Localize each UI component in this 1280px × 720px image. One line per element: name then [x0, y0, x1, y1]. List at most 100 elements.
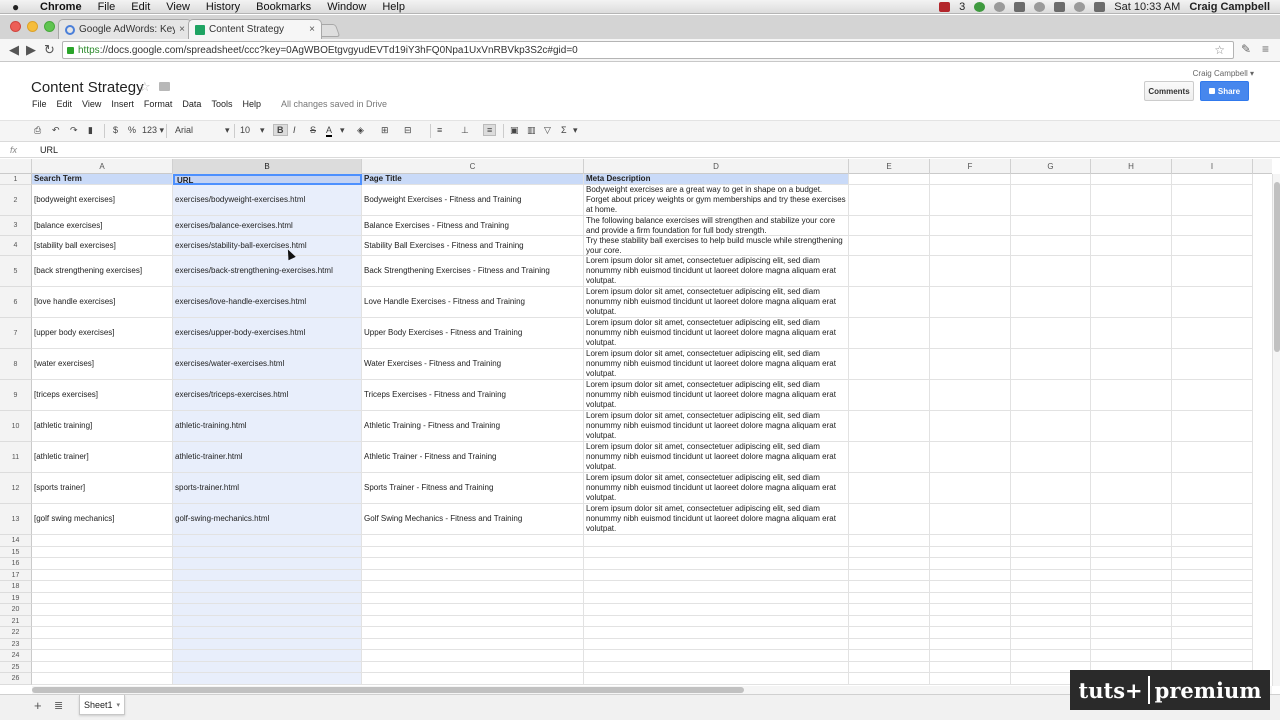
menu-view[interactable]: View: [166, 1, 190, 13]
browser-tab-adwords[interactable]: Google AdWords: Keyword ×: [58, 19, 192, 39]
table-cell[interactable]: Bodyweight exercises are a great way to …: [584, 185, 849, 216]
table-cell[interactable]: [1172, 318, 1253, 349]
table-cell[interactable]: athletic-trainer.html: [173, 442, 362, 473]
table-cell[interactable]: Athletic Trainer - Fitness and Training: [362, 442, 584, 473]
table-cell[interactable]: [1091, 473, 1172, 504]
table-cell[interactable]: [362, 569, 584, 581]
table-cell[interactable]: [32, 604, 173, 616]
table-cell[interactable]: [1091, 216, 1172, 236]
row-header[interactable]: 3: [0, 216, 32, 236]
table-cell[interactable]: [584, 535, 849, 547]
chevron-down-icon[interactable]: ▾: [225, 125, 230, 136]
table-cell[interactable]: [930, 558, 1011, 570]
share-button[interactable]: Share: [1200, 81, 1249, 101]
font-family-dropdown[interactable]: Arial: [175, 125, 229, 135]
row-header[interactable]: 22: [0, 627, 32, 639]
table-cell[interactable]: Lorem ipsum dolor sit amet, consectetuer…: [584, 504, 849, 535]
table-cell[interactable]: [584, 604, 849, 616]
table-cell[interactable]: [1011, 411, 1091, 442]
table-cell[interactable]: [bodyweight exercises]: [32, 185, 173, 216]
table-cell[interactable]: [584, 650, 849, 662]
formula-input[interactable]: URL: [40, 145, 58, 155]
table-cell[interactable]: [1091, 546, 1172, 558]
add-sheet-button[interactable]: +: [34, 698, 42, 713]
table-cell[interactable]: [1091, 535, 1172, 547]
table-cell[interactable]: [1011, 380, 1091, 411]
table-cell[interactable]: Try these stability ball exercises to he…: [584, 236, 849, 256]
table-cell[interactable]: [173, 558, 362, 570]
zoom-window-icon[interactable]: [44, 21, 55, 32]
table-cell[interactable]: [930, 627, 1011, 639]
row-header[interactable]: 11: [0, 442, 32, 473]
table-cell[interactable]: [1172, 216, 1253, 236]
table-cell[interactable]: [849, 318, 930, 349]
table-cell[interactable]: [sports trainer]: [32, 473, 173, 504]
wifi-icon[interactable]: [1074, 1, 1086, 12]
table-cell[interactable]: [173, 592, 362, 604]
table-cell[interactable]: [1172, 650, 1253, 662]
table-cell[interactable]: [930, 411, 1011, 442]
table-cell[interactable]: Balance Exercises - Fitness and Training: [362, 216, 584, 236]
header-cell[interactable]: Page Title: [362, 174, 584, 185]
table-cell[interactable]: [584, 546, 849, 558]
table-cell[interactable]: [173, 627, 362, 639]
table-cell[interactable]: Upper Body Exercises - Fitness and Train…: [362, 318, 584, 349]
table-cell[interactable]: Athletic Training - Fitness and Training: [362, 411, 584, 442]
table-cell[interactable]: [1172, 442, 1253, 473]
table-cell[interactable]: [849, 581, 930, 593]
functions-button[interactable]: Σ: [561, 125, 567, 135]
fill-color-icon[interactable]: ◈: [357, 125, 364, 136]
table-cell[interactable]: [173, 581, 362, 593]
table-cell[interactable]: [849, 442, 930, 473]
row-header[interactable]: 16: [0, 558, 32, 570]
table-cell[interactable]: Lorem ipsum dolor sit amet, consectetuer…: [584, 349, 849, 380]
table-cell[interactable]: [1091, 349, 1172, 380]
table-cell[interactable]: [1091, 581, 1172, 593]
table-cell[interactable]: [1011, 546, 1091, 558]
insert-comment-icon[interactable]: ▣: [510, 125, 519, 136]
table-cell[interactable]: [362, 638, 584, 650]
table-cell[interactable]: exercises/love-handle-exercises.html: [173, 287, 362, 318]
table-cell[interactable]: [32, 673, 173, 685]
bookmark-star-icon[interactable]: ☆: [1214, 43, 1225, 57]
menu-edit[interactable]: Edit: [131, 1, 150, 13]
currency-format-button[interactable]: $: [113, 125, 118, 135]
clock[interactable]: Sat 10:33 AM: [1114, 1, 1180, 13]
table-cell[interactable]: [849, 650, 930, 662]
table-cell[interactable]: [849, 349, 930, 380]
table-cell[interactable]: [1172, 558, 1253, 570]
table-cell[interactable]: [930, 546, 1011, 558]
table-cell[interactable]: [930, 650, 1011, 662]
table-cell[interactable]: [1011, 185, 1091, 216]
table-cell[interactable]: [362, 673, 584, 685]
vertical-align-icon[interactable]: ⊥: [461, 125, 469, 136]
table-cell[interactable]: [1011, 558, 1091, 570]
back-icon[interactable]: ◀: [9, 42, 19, 58]
table-cell[interactable]: [1091, 650, 1172, 662]
table-cell[interactable]: [triceps exercises]: [32, 380, 173, 411]
table-cell[interactable]: [173, 604, 362, 616]
select-all-corner[interactable]: [0, 159, 32, 174]
table-cell[interactable]: [1091, 256, 1172, 287]
table-cell[interactable]: [1172, 473, 1253, 504]
table-cell[interactable]: [1172, 287, 1253, 318]
table-cell[interactable]: [1091, 380, 1172, 411]
table-cell[interactable]: [849, 673, 930, 685]
table-cell[interactable]: [584, 673, 849, 685]
table-cell[interactable]: [930, 673, 1011, 685]
table-cell[interactable]: [1091, 287, 1172, 318]
account-name[interactable]: Craig Campbell ▾: [1193, 69, 1254, 78]
table-cell[interactable]: [849, 661, 930, 673]
table-cell[interactable]: [1172, 185, 1253, 216]
menu-app-name[interactable]: Chrome: [40, 1, 82, 13]
table-cell[interactable]: [1091, 604, 1172, 616]
row-header[interactable]: 25: [0, 661, 32, 673]
row-header[interactable]: 5: [0, 256, 32, 287]
table-cell[interactable]: Lorem ipsum dolor sit amet, consectetuer…: [584, 287, 849, 318]
table-cell[interactable]: [1091, 592, 1172, 604]
table-cell[interactable]: [1011, 650, 1091, 662]
table-cell[interactable]: [173, 569, 362, 581]
header-cell[interactable]: [930, 174, 1011, 185]
table-cell[interactable]: [930, 504, 1011, 535]
table-cell[interactable]: [362, 592, 584, 604]
